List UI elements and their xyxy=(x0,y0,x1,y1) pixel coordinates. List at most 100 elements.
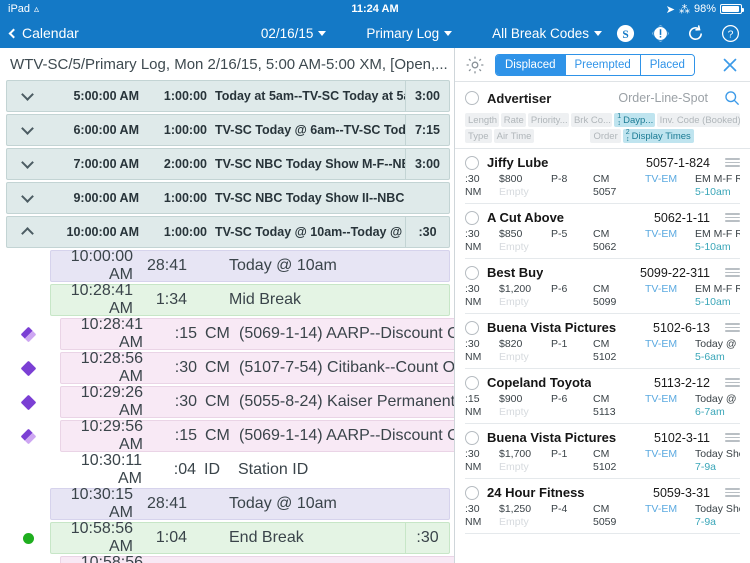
displaced-spot-row[interactable]: Copeland Toyota 5113-2-12 :15 $900 P-6 C… xyxy=(465,369,740,424)
spot-blank xyxy=(551,186,593,198)
detail-name: (5055-8-24) Kaiser Permanente / $0... xyxy=(239,393,454,410)
program-name: TV-SC NBC Today Show M-F--NBC Tod... xyxy=(215,157,405,171)
detail-type xyxy=(195,285,229,315)
break-codes-button[interactable]: All Break Codes xyxy=(492,26,602,41)
detail-row-body[interactable]: 10:29:56 AM :15 CM (5069-1-14) AARP--Dis… xyxy=(60,418,454,453)
log-detail-row[interactable]: 10:28:41 AM 1:34 Mid Break xyxy=(6,282,450,317)
drag-handle-icon[interactable] xyxy=(725,268,740,277)
sort-chip[interactable]: Rate xyxy=(500,113,526,127)
row-marker xyxy=(6,250,50,282)
date-picker-button[interactable]: 02/16/15 xyxy=(261,26,327,41)
displaced-spot-list[interactable]: Jiffy Lube 5057-1-824 :30 $800 P-8 CM TV… xyxy=(455,149,750,563)
log-detail-row[interactable]: 10:58:56 AM 1:04 End Break :30 xyxy=(6,520,450,555)
log-detail-row[interactable]: 10:00:00 AM 28:41 Today @ 10am xyxy=(6,248,450,283)
search-icon[interactable] xyxy=(724,90,740,106)
spot-header: A Cut Above 5062-1-11 xyxy=(465,210,740,225)
sort-chip[interactable]: Type xyxy=(465,129,492,143)
spot-select-radio[interactable] xyxy=(465,375,479,390)
chip-spacer xyxy=(536,129,588,143)
displaced-spot-row[interactable]: Best Buy 5099-22-311 :30 $1,200 P-6 CM T… xyxy=(465,259,740,314)
spot-select-radio[interactable] xyxy=(465,210,479,225)
gear-icon[interactable] xyxy=(465,55,485,75)
chevron-down-icon xyxy=(318,30,327,36)
sort-chip[interactable]: Order xyxy=(590,129,621,143)
drag-handle-icon[interactable] xyxy=(725,488,740,497)
drag-handle-icon[interactable] xyxy=(725,323,740,332)
displaced-spot-row[interactable]: Jiffy Lube 5057-1-824 :30 $800 P-8 CM TV… xyxy=(465,149,740,204)
sort-chip[interactable]: 1 ↕ Dayp... xyxy=(614,113,655,127)
detail-type xyxy=(195,489,229,519)
chevron-down-icon[interactable] xyxy=(7,149,47,179)
program-row[interactable]: 10:00:00 AM 1:00:00 TV-SC Today @ 10am--… xyxy=(6,216,450,248)
log-list[interactable]: 5:00:00 AM 1:00:00 Today at 5am--TV-SC T… xyxy=(0,80,454,563)
sort-chip[interactable]: Length xyxy=(465,113,499,127)
drag-handle-icon[interactable] xyxy=(725,433,740,442)
program-avail: 7:15 xyxy=(405,115,449,145)
detail-avail: :30 xyxy=(405,523,449,553)
displaced-spot-row[interactable]: 24 Hour Fitness 5059-3-31 :30 $1,250 P-4… xyxy=(465,479,740,534)
spot-select-radio[interactable] xyxy=(465,265,479,280)
log-pane: WTV-SC/5/Primary Log, Mon 2/16/15, 5:00 … xyxy=(0,48,455,563)
program-row[interactable]: 7:00:00 AM 2:00:00 TV-SC NBC Today Show … xyxy=(6,148,450,180)
sort-primary-label[interactable]: Advertiser xyxy=(487,91,551,106)
log-detail-row[interactable]: 10:28:56 AM :30 CM (5107-7-54) Citibank-… xyxy=(6,350,454,385)
detail-type: CM xyxy=(205,359,230,376)
detail-row-body[interactable]: 10:28:41 AM 1:34 Mid Break xyxy=(50,282,450,317)
dollar-badge-icon[interactable]: S xyxy=(616,24,635,43)
program-row[interactable]: 9:00:00 AM 1:00:00 TV-SC NBC Today Show … xyxy=(6,182,450,214)
detail-row-body[interactable]: 10:00:00 AM 28:41 Today @ 10am xyxy=(50,248,450,283)
chevron-up-icon[interactable] xyxy=(7,217,47,247)
drag-handle-icon[interactable] xyxy=(725,213,740,222)
log-detail-row[interactable]: 10:28:41 AM :15 CM (5069-1-14) AARP--Dis… xyxy=(6,316,454,351)
tab-preempted[interactable]: Preempted xyxy=(565,54,641,75)
sort-chip[interactable]: Air Time xyxy=(493,129,535,143)
detail-row-body[interactable]: 10:28:56 AM :30 CM (5107-7-54) Citibank-… xyxy=(60,350,454,385)
sort-chip[interactable]: Brk Co... xyxy=(570,113,613,127)
detail-row-body[interactable]: 10:30:11 AM :04 ID Station ID xyxy=(60,452,450,487)
log-detail-row[interactable]: 10:30:11 AM :04 ID Station ID xyxy=(6,452,450,487)
spot-header: Copeland Toyota 5113-2-12 xyxy=(465,375,740,390)
back-to-calendar-button[interactable]: Calendar xyxy=(8,25,79,41)
displaced-tabs[interactable]: Displaced Preempted Placed xyxy=(495,53,695,76)
log-detail-row[interactable]: 10:29:26 AM :30 CM (5055-8-24) Kaiser Pe… xyxy=(6,384,454,419)
drag-handle-icon[interactable] xyxy=(725,158,740,167)
spot-order-line-spot: 5102-3-11 xyxy=(653,430,710,445)
spot-air-time: Empty xyxy=(499,296,529,308)
chevron-down-icon[interactable] xyxy=(7,81,47,111)
chevron-down-icon[interactable] xyxy=(7,115,47,145)
program-row[interactable]: 6:00:00 AM 1:00:00 TV-SC Today @ 6am--TV… xyxy=(6,114,450,146)
alert-diamond-icon[interactable] xyxy=(651,24,670,43)
sort-secondary-label[interactable]: Order-Line-Spot xyxy=(618,91,708,105)
displaced-spot-row[interactable]: Buena Vista Pictures 5102-6-13 :30 $820 … xyxy=(465,314,740,369)
displaced-spot-row[interactable]: A Cut Above 5062-1-11 :30 $850 P-5 CM TV… xyxy=(465,204,740,259)
tab-placed[interactable]: Placed xyxy=(640,54,694,75)
help-icon[interactable]: ? xyxy=(721,24,740,43)
drag-handle-icon[interactable] xyxy=(725,378,740,387)
spot-order-line-spot: 5099-22-311 xyxy=(640,265,710,280)
log-detail-row[interactable]: 10:29:56 AM :15 CM (5069-1-14) AARP--Dis… xyxy=(6,418,454,453)
detail-row-body[interactable]: 10:58:56 AM 1:04 End Break :30 xyxy=(50,520,450,555)
spot-order: 5057 xyxy=(593,186,617,198)
sort-chip[interactable]: Priority... xyxy=(527,113,569,127)
refresh-icon[interactable] xyxy=(686,24,705,43)
spot-select-radio[interactable] xyxy=(465,430,479,445)
log-type-button[interactable]: Primary Log xyxy=(366,26,453,41)
detail-row-body[interactable]: 10:30:15 AM 28:41 Today @ 10am xyxy=(50,486,450,521)
close-icon[interactable] xyxy=(720,55,740,75)
detail-row-body[interactable]: 10:28:41 AM :15 CM (5069-1-14) AARP--Dis… xyxy=(60,316,454,351)
chevron-down-icon[interactable] xyxy=(7,183,47,213)
sort-radio-icon[interactable] xyxy=(465,91,479,105)
detail-row-body[interactable]: 10:29:26 AM :30 CM (5055-8-24) Kaiser Pe… xyxy=(60,384,454,419)
spot-select-radio[interactable] xyxy=(465,485,479,500)
spot-select-radio[interactable] xyxy=(465,155,479,170)
tab-displaced[interactable]: Displaced xyxy=(496,54,566,75)
detail-row-body[interactable]: 10:58:56 AM :30 CM (5025-1-212) 1800 Flo… xyxy=(60,554,454,563)
spot-length: :30 xyxy=(465,228,480,240)
log-detail-row[interactable]: 10:30:15 AM 28:41 Today @ 10am xyxy=(6,486,450,521)
sort-chip[interactable]: 2 ↕ Display Times xyxy=(622,129,694,143)
program-row[interactable]: 5:00:00 AM 1:00:00 Today at 5am--TV-SC T… xyxy=(6,80,450,112)
sort-chip[interactable]: Inv. Code (Booked) xyxy=(656,113,740,127)
spot-select-radio[interactable] xyxy=(465,320,479,335)
log-detail-row[interactable]: 10:58:56 AM :30 CM (5025-1-212) 1800 Flo… xyxy=(6,554,454,563)
displaced-spot-row[interactable]: Buena Vista Pictures 5102-3-11 :30 $1,70… xyxy=(465,424,740,479)
